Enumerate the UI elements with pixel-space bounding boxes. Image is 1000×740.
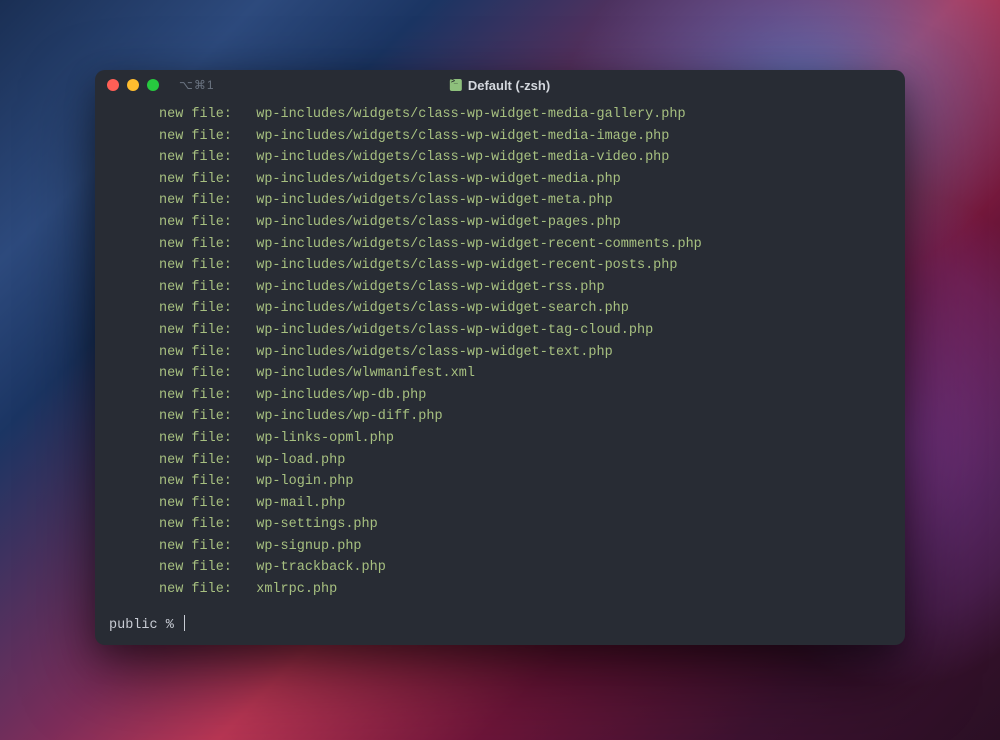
terminal-window: ⌥⌘1 Default (-zsh) new file: wp-includes… bbox=[95, 70, 905, 645]
file-line: new file: wp-includes/widgets/class-wp-w… bbox=[109, 255, 891, 277]
titlebar[interactable]: ⌥⌘1 Default (-zsh) bbox=[95, 70, 905, 100]
file-line: new file: wp-includes/wlwmanifest.xml bbox=[109, 363, 891, 385]
file-line: new file: wp-includes/widgets/class-wp-w… bbox=[109, 234, 891, 256]
cursor bbox=[184, 615, 185, 631]
file-line: new file: wp-includes/widgets/class-wp-w… bbox=[109, 169, 891, 191]
shell-prompt[interactable]: public % bbox=[109, 615, 891, 637]
prompt-text: public % bbox=[109, 618, 182, 633]
file-line: new file: wp-includes/widgets/class-wp-w… bbox=[109, 147, 891, 169]
file-line: new file: wp-includes/widgets/class-wp-w… bbox=[109, 212, 891, 234]
file-line: new file: wp-links-opml.php bbox=[109, 428, 891, 450]
git-status-output: new file: wp-includes/widgets/class-wp-w… bbox=[109, 104, 891, 601]
file-line: new file: wp-includes/widgets/class-wp-w… bbox=[109, 342, 891, 364]
file-line: new file: xmlrpc.php bbox=[109, 579, 891, 601]
file-line: new file: wp-login.php bbox=[109, 471, 891, 493]
traffic-lights bbox=[107, 79, 159, 91]
file-line: new file: wp-includes/widgets/class-wp-w… bbox=[109, 190, 891, 212]
file-line: new file: wp-includes/widgets/class-wp-w… bbox=[109, 320, 891, 342]
file-line: new file: wp-signup.php bbox=[109, 536, 891, 558]
file-line: new file: wp-includes/widgets/class-wp-w… bbox=[109, 126, 891, 148]
close-button[interactable] bbox=[107, 79, 119, 91]
file-line: new file: wp-includes/widgets/class-wp-w… bbox=[109, 298, 891, 320]
minimize-button[interactable] bbox=[127, 79, 139, 91]
tab-shortcut-label: ⌥⌘1 bbox=[179, 78, 215, 92]
file-line: new file: wp-load.php bbox=[109, 450, 891, 472]
file-line: new file: wp-includes/wp-diff.php bbox=[109, 406, 891, 428]
window-title-text: Default (-zsh) bbox=[468, 78, 550, 93]
terminal-body[interactable]: new file: wp-includes/widgets/class-wp-w… bbox=[95, 100, 905, 645]
file-line: new file: wp-trackback.php bbox=[109, 557, 891, 579]
file-line: new file: wp-includes/widgets/class-wp-w… bbox=[109, 104, 891, 126]
window-title: Default (-zsh) bbox=[450, 78, 550, 93]
file-line: new file: wp-mail.php bbox=[109, 493, 891, 515]
terminal-icon bbox=[450, 79, 462, 91]
file-line: new file: wp-includes/widgets/class-wp-w… bbox=[109, 277, 891, 299]
maximize-button[interactable] bbox=[147, 79, 159, 91]
file-line: new file: wp-includes/wp-db.php bbox=[109, 385, 891, 407]
file-line: new file: wp-settings.php bbox=[109, 514, 891, 536]
